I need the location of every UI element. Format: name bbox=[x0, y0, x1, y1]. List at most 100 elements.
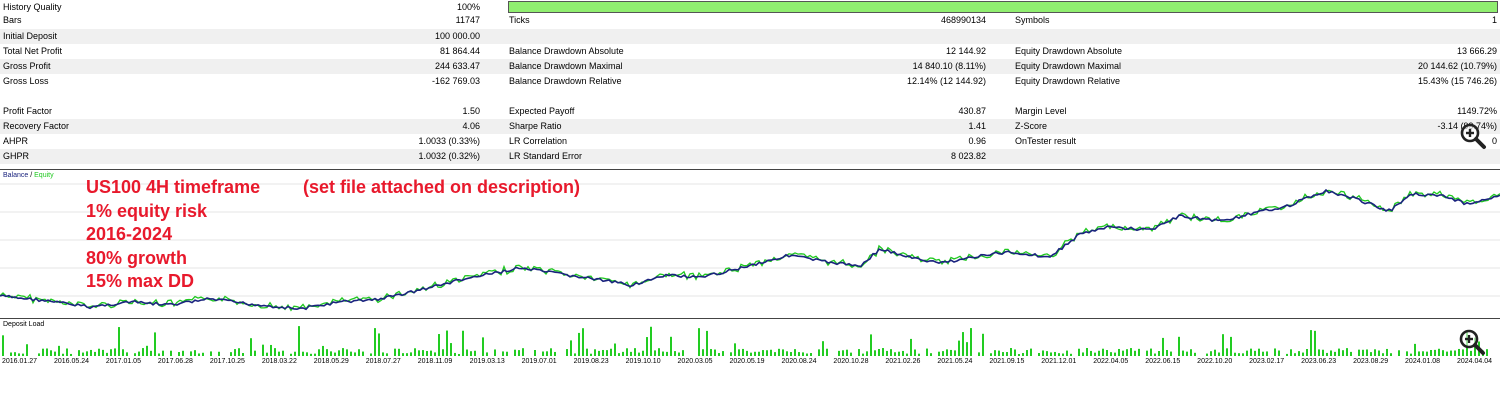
deposit-load-bar bbox=[646, 337, 648, 356]
deposit-load-bar bbox=[858, 349, 860, 356]
deposit-load-bar bbox=[82, 352, 84, 356]
deposit-load-bar bbox=[394, 348, 396, 356]
deposit-load-bar bbox=[870, 334, 872, 356]
deposit-load-bar bbox=[886, 350, 888, 356]
deposit-load-bar bbox=[874, 350, 876, 356]
deposit-load-bar bbox=[330, 351, 332, 356]
stat-row: Initial Deposit 100 000.00 bbox=[0, 29, 1500, 44]
deposit-load-bar bbox=[282, 350, 284, 356]
deposit-load-bar bbox=[614, 343, 616, 356]
stat-value: 244 633.47 bbox=[434, 61, 480, 71]
deposit-load-bar bbox=[770, 349, 772, 356]
deposit-load-bar bbox=[650, 326, 652, 356]
deposit-load-bar bbox=[990, 353, 992, 356]
overlay-line: 15% max DD bbox=[86, 271, 195, 291]
deposit-load-bar bbox=[518, 350, 520, 356]
deposit-load-bar bbox=[1414, 343, 1416, 356]
deposit-load-bar bbox=[906, 353, 908, 356]
deposit-load-bar bbox=[1078, 348, 1080, 356]
statistics-table: History Quality 100% Bars 11747 Ticks 46… bbox=[0, 0, 1500, 166]
deposit-load-bar bbox=[190, 351, 192, 356]
deposit-load-bar bbox=[1190, 349, 1192, 356]
deposit-load-bar bbox=[946, 349, 948, 356]
deposit-load-bar bbox=[398, 348, 400, 356]
deposit-load-bar bbox=[1258, 348, 1260, 356]
deposit-load-bar bbox=[942, 351, 944, 356]
deposit-load-bar bbox=[1286, 353, 1288, 356]
deposit-load-bar bbox=[338, 350, 340, 356]
stat-value: 468990134 bbox=[940, 15, 986, 25]
deposit-load-bar bbox=[1362, 349, 1364, 356]
zoom-in-icon[interactable] bbox=[1458, 328, 1486, 356]
deposit-load-bar bbox=[590, 353, 592, 356]
deposit-load-bar bbox=[50, 350, 52, 356]
deposit-load-bar bbox=[1182, 350, 1184, 356]
deposit-load-bar bbox=[1438, 348, 1440, 356]
deposit-load-bar bbox=[774, 352, 776, 356]
deposit-load-bar bbox=[550, 348, 552, 356]
deposit-load-bar bbox=[982, 333, 984, 356]
deposit-load-bar bbox=[502, 351, 504, 356]
x-tick-label: 2023.02.17 bbox=[1249, 358, 1285, 365]
x-tick-label: 2018.07.27 bbox=[365, 358, 401, 365]
deposit-load-bar bbox=[570, 340, 572, 356]
deposit-load-bar bbox=[1062, 353, 1064, 356]
deposit-load-bar bbox=[402, 353, 404, 356]
stat-label: AHPR bbox=[3, 136, 29, 146]
deposit-load-bar bbox=[1418, 351, 1420, 356]
deposit-load-bar bbox=[582, 328, 584, 356]
deposit-load-bar bbox=[70, 353, 72, 356]
deposit-load-bar bbox=[1002, 352, 1004, 356]
deposit-load-bar bbox=[406, 353, 408, 356]
overlay-line: 2016-2024 bbox=[86, 224, 173, 244]
deposit-load-bar bbox=[22, 353, 24, 356]
stat-label: OnTester result bbox=[1015, 136, 1077, 146]
deposit-load-bar bbox=[470, 351, 472, 356]
zoom-in-icon bbox=[1459, 329, 1485, 355]
deposit-load-bar bbox=[610, 348, 612, 356]
deposit-load-bar bbox=[378, 333, 380, 356]
overlay-text: US100 4H timeframe 1% equity risk 2016-2… bbox=[86, 176, 260, 294]
stat-row: Gross Profit 244 633.47 Balance Drawdown… bbox=[0, 59, 1500, 74]
x-tick-label: 2016.05.24 bbox=[53, 358, 89, 365]
zoom-in-icon[interactable] bbox=[1459, 122, 1487, 150]
deposit-load-bar bbox=[426, 351, 428, 356]
deposit-load-bar bbox=[262, 344, 264, 356]
deposit-load-bar bbox=[1318, 349, 1320, 356]
deposit-load-bar bbox=[290, 353, 292, 356]
deposit-load-bar bbox=[1222, 334, 1224, 356]
deposit-load-bar bbox=[94, 351, 96, 356]
x-tick-label: 2020.05.19 bbox=[729, 358, 765, 365]
deposit-load-bar bbox=[1370, 352, 1372, 356]
deposit-load-bar bbox=[674, 351, 676, 356]
deposit-load-bar bbox=[1338, 348, 1340, 356]
deposit-load-bar bbox=[894, 352, 896, 356]
deposit-load-bar bbox=[430, 350, 432, 356]
deposit-load-bar bbox=[898, 351, 900, 356]
stat-value: 4.06 bbox=[462, 121, 480, 131]
deposit-load-bar bbox=[238, 348, 240, 356]
deposit-load-bar bbox=[1386, 348, 1388, 356]
deposit-load-bar bbox=[230, 352, 232, 356]
deposit-load-bar bbox=[242, 353, 244, 356]
deposit-load-bar bbox=[1426, 351, 1428, 356]
deposit-load-bar bbox=[26, 344, 28, 356]
deposit-load-bar bbox=[882, 348, 884, 356]
deposit-load-bar bbox=[678, 352, 680, 356]
deposit-load-bar bbox=[1134, 350, 1136, 356]
deposit-load-bar bbox=[798, 352, 800, 356]
deposit-load-bar bbox=[546, 351, 548, 356]
deposit-load-bar bbox=[950, 349, 952, 356]
stat-label: Initial Deposit bbox=[3, 31, 58, 41]
stat-label: Sharpe Ratio bbox=[509, 121, 562, 131]
deposit-load-bar bbox=[566, 349, 568, 356]
deposit-load-bar bbox=[998, 350, 1000, 356]
deposit-load-bar bbox=[706, 330, 708, 356]
deposit-load-bar bbox=[58, 345, 60, 356]
x-tick-label: 2023.08.29 bbox=[1353, 358, 1389, 365]
x-tick-label: 2024.01.08 bbox=[1405, 358, 1441, 365]
deposit-load-bar bbox=[506, 351, 508, 356]
deposit-load-bar bbox=[1082, 352, 1084, 356]
deposit-load-bar bbox=[578, 332, 580, 356]
stat-label: Equity Drawdown Absolute bbox=[1015, 46, 1123, 56]
